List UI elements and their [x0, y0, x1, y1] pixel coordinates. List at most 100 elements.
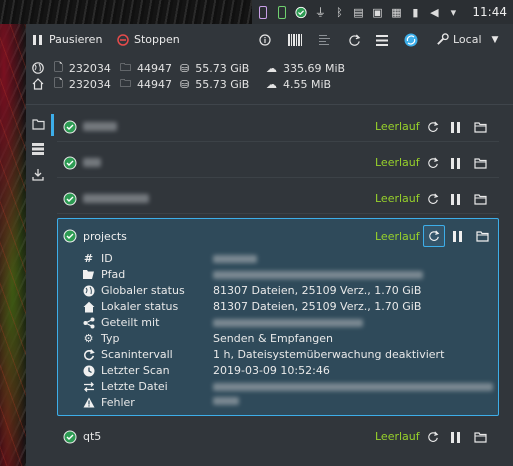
tab-downloads[interactable] [32, 169, 46, 183]
info-icon[interactable] [258, 33, 272, 47]
sync-status-icon [63, 192, 77, 206]
folder-row[interactable]: Leerlauf [57, 184, 499, 214]
stop-label: Stoppen [134, 33, 180, 46]
active-tab-indicator [51, 114, 54, 136]
battery-icon[interactable]: ▮ [409, 6, 421, 19]
devices-tab-icon [32, 143, 44, 155]
pause-folder-icon[interactable] [449, 156, 463, 170]
folder-status: Leerlauf [375, 430, 420, 443]
detail-row-last-scan: Letzter Scan 2019-03-09 10:52:46 [82, 363, 494, 379]
global-size: ⛁ 55.73 GiB [180, 61, 250, 75]
folder-status: Leerlauf [375, 120, 420, 133]
syncthing-web-ui-icon[interactable] [404, 33, 418, 47]
clock-icon [82, 364, 95, 377]
rescan-all-icon[interactable] [347, 33, 361, 47]
redacted-folder-name [83, 158, 101, 167]
folder-row[interactable]: qt5 Leerlauf [57, 422, 499, 452]
local-files: 🗋 232034 [54, 75, 111, 94]
local-folders: 🗀 44947 [120, 75, 172, 94]
exchange-icon [82, 380, 95, 393]
redacted-value [213, 271, 423, 279]
folder-name: projects [83, 230, 127, 243]
folder-name: qt5 [83, 430, 102, 443]
open-folder-icon[interactable] [475, 229, 489, 243]
sync-status-icon [63, 430, 77, 444]
folder-status: Leerlauf [375, 230, 420, 243]
detail-row-last-file: Letzte Datei [82, 379, 494, 395]
clipboard-icon[interactable]: ▤ [352, 6, 364, 19]
redacted-folder-name [83, 122, 117, 131]
home-icon [82, 300, 95, 313]
tray-wallpaper-strip [0, 0, 252, 24]
stop-button[interactable]: Stoppen [117, 33, 180, 46]
memory-gauge-icon[interactable] [276, 5, 288, 19]
pause-button[interactable]: Pausieren [32, 33, 102, 46]
open-folder-icon[interactable] [473, 192, 487, 206]
expanded-folder-panel[interactable]: projects Leerlauf # ID Pfad Globaler sta… [57, 218, 499, 416]
file-icon: 🗋 [54, 76, 63, 90]
system-tray: ⏚ ᛒ ▤ ▣ ▦ ▮ ◀ ▾ 11:44 [0, 0, 513, 24]
chevron-down-icon: ▼ [491, 34, 499, 45]
open-folder-icon[interactable] [473, 156, 487, 170]
device-selector[interactable]: Local ▼ [436, 33, 498, 46]
pause-folder-icon[interactable] [449, 430, 463, 444]
device-label: Local [453, 33, 482, 46]
open-folder-icon[interactable] [473, 430, 487, 444]
hard-drive-icon: ⛁ [180, 61, 190, 75]
detail-row-path: Pfad [82, 267, 494, 283]
global-download: ☁ 335.69 MiB [266, 61, 346, 75]
detail-row-id: # ID [82, 251, 494, 267]
hard-drive-icon: ⛁ [180, 77, 190, 91]
redacted-value [213, 383, 493, 391]
rescan-icon[interactable] [423, 225, 445, 247]
battery-gauge-icon[interactable] [257, 5, 269, 19]
redacted-value [213, 319, 363, 327]
folder-row[interactable]: Leerlauf [57, 148, 499, 178]
volume-icon[interactable]: ◀ [428, 6, 440, 19]
pause-folder-icon[interactable] [449, 120, 463, 134]
rescan-icon[interactable] [426, 120, 440, 134]
rescan-icon[interactable] [426, 192, 440, 206]
barcode-icon[interactable] [288, 33, 302, 47]
sync-status-icon [63, 120, 77, 134]
usb-device-icon[interactable]: ⏚ [314, 6, 326, 19]
home-icon [32, 78, 44, 90]
tab-folders[interactable] [32, 118, 46, 132]
pause-folder-icon[interactable] [451, 229, 465, 243]
hash-icon: # [83, 252, 94, 265]
refresh-icon [82, 348, 95, 361]
open-folder-icon[interactable] [473, 120, 487, 134]
tab-devices[interactable] [32, 143, 46, 157]
menu-icon[interactable] [375, 33, 389, 47]
pause-icon [33, 34, 42, 45]
bluetooth-icon[interactable]: ᛒ [333, 6, 345, 19]
redacted-value [213, 397, 239, 405]
detail-row-scan-interval: Scanintervall 1 h, Dateisystemüberwachun… [82, 347, 494, 363]
rescan-icon[interactable] [426, 156, 440, 170]
pause-folder-icon[interactable] [449, 192, 463, 206]
stats-divider [26, 104, 513, 105]
detail-row-global-status: Globaler status 81307 Dateien, 25109 Ver… [82, 283, 494, 299]
globe-icon [82, 284, 95, 297]
rescan-icon[interactable] [426, 430, 440, 444]
toolbar: Pausieren Stoppen Local ▼ [26, 24, 513, 56]
clock[interactable]: 11:44 [472, 5, 507, 19]
detail-row-type: ⚙ Typ Senden & Empfangen [83, 332, 333, 345]
folder-row[interactable]: Leerlauf [57, 112, 499, 142]
detail-row-shared-with: Geteilt mit [82, 315, 494, 331]
syncthing-tray-icon[interactable] [295, 6, 307, 18]
display-icon[interactable]: ▣ [371, 6, 383, 19]
download-tab-icon [32, 169, 44, 181]
log-icon[interactable] [318, 33, 332, 47]
local-download: ☁ 4.55 MiB [266, 77, 332, 91]
stop-icon [117, 33, 129, 46]
folder-icon: 🗀 [120, 76, 131, 90]
redacted-folder-name [83, 194, 149, 203]
warning-icon [82, 396, 95, 409]
share-icon [82, 316, 95, 329]
tray-expand-icon[interactable]: ▾ [447, 6, 459, 19]
redacted-value [213, 255, 257, 263]
folder-tab-icon [32, 119, 45, 130]
keyboard-icon[interactable]: ▦ [390, 6, 402, 19]
sync-status-icon [63, 156, 77, 170]
